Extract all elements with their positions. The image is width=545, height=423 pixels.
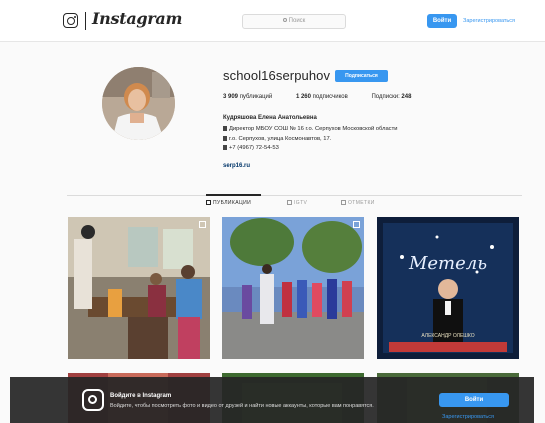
tabs-divider — [67, 195, 522, 196]
search-placeholder: Поиск — [288, 18, 306, 24]
followers-label: подписчиков — [312, 94, 348, 100]
following-stat[interactable]: Подписки: 248 — [371, 94, 411, 100]
followers-stat[interactable]: 1 260 подписчиков — [296, 94, 348, 100]
post-thumbnail[interactable] — [68, 217, 210, 359]
tab-posts[interactable]: ПУБЛИКАЦИИ — [206, 200, 251, 206]
instagram-camera-icon — [82, 389, 104, 411]
tab-igtv[interactable]: IGTV — [287, 200, 307, 206]
posts-stat: 3 909 публикаций — [223, 94, 272, 100]
tab-label: IGTV — [294, 200, 308, 206]
profile-username: school16serpuhov — [223, 68, 331, 83]
profile-website-link[interactable]: serp16.ru — [223, 163, 250, 169]
login-prompt-banner: Войдите в Instagram Войдите, чтобы посмо… — [10, 377, 534, 423]
tab-label: ОТМЕТКИ — [348, 200, 375, 206]
post-thumbnail[interactable]: Метель АЛЕКСАНДР ОЛЕШКО — [377, 217, 519, 359]
following-count: 248 — [401, 94, 412, 100]
carousel-icon — [199, 221, 206, 228]
tab-tagged[interactable]: ОТМЕТКИ — [341, 200, 375, 206]
tv-icon — [287, 200, 292, 205]
banner-login-button[interactable]: Войти — [439, 393, 509, 407]
bio-text: Директор МБОУ СОШ № 16 г.о. Серпухов Мос… — [229, 126, 398, 132]
pushpin-icon — [223, 126, 227, 131]
posts-label: публикаций — [239, 94, 273, 100]
post-thumbnail[interactable] — [222, 217, 364, 359]
tab-label: ПУБЛИКАЦИИ — [213, 200, 252, 206]
tag-icon — [341, 200, 346, 205]
search-input[interactable]: Поиск — [242, 14, 346, 29]
profile-stats: 3 909 публикаций 1 260 подписчиков Подпи… — [223, 94, 433, 100]
bio-line: Директор МБОУ СОШ № 16 г.о. Серпухов Мос… — [223, 125, 397, 135]
follow-button[interactable]: Подписаться — [335, 70, 388, 82]
poster-title: Метель — [408, 253, 487, 274]
bio-line: г.о. Серпухов, улица Космонавтов, 17. — [223, 135, 397, 145]
carousel-icon — [353, 221, 360, 228]
logo-divider — [85, 12, 86, 30]
location-pin-icon — [223, 135, 227, 141]
top-navigation-bar: Instagram Поиск Войти Зарегистрироваться — [0, 0, 545, 42]
followers-count: 1 260 — [295, 94, 311, 100]
profile-bio: Директор МБОУ СОШ № 16 г.о. Серпухов Мос… — [223, 125, 397, 154]
grid-icon — [206, 200, 211, 205]
profile-full-name: Кудряшова Елена Анатольевна — [223, 115, 317, 121]
bio-text: +7 (4967) 72-54-53 — [229, 145, 279, 151]
instagram-camera-icon[interactable] — [63, 13, 78, 28]
active-tab-indicator — [206, 194, 261, 196]
banner-title: Войдите в Instagram — [110, 393, 172, 399]
search-icon — [282, 18, 287, 23]
following-label: Подписки: — [371, 94, 400, 100]
profile-avatar[interactable] — [102, 67, 175, 140]
bio-line: +7 (4967) 72-54-53 — [223, 144, 397, 154]
poster-name: АЛЕКСАНДР ОЛЕШКО — [421, 333, 474, 339]
posts-count: 3 909 — [223, 94, 239, 100]
bio-text: г.о. Серпухов, улица Космонавтов, 17. — [229, 135, 332, 142]
login-button[interactable]: Войти — [427, 14, 457, 28]
banner-register-link[interactable]: Зарегистрироваться — [442, 414, 494, 420]
register-link[interactable]: Зарегистрироваться — [463, 15, 515, 27]
instagram-profile-page: Instagram Поиск Войти Зарегистрироваться… — [0, 0, 545, 423]
banner-text: Войдите, чтобы посмотреть фото и видео о… — [110, 403, 374, 409]
phone-icon — [223, 145, 227, 150]
instagram-logo-text[interactable]: Instagram — [92, 9, 182, 28]
